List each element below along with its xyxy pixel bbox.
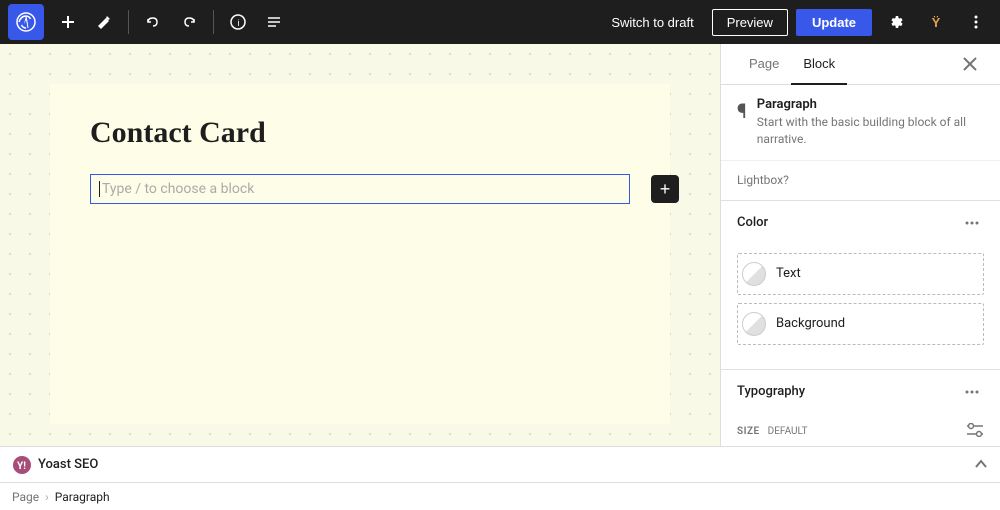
color-bg-label: Background <box>776 316 845 331</box>
editor-canvas[interactable]: Contact Card Type / to choose a block + <box>0 44 720 446</box>
placeholder-text: Type / to choose a block <box>102 181 254 197</box>
typography-panel-content: SIZE DEFAULT S M L XL <box>721 414 1000 446</box>
paragraph-block[interactable]: Type / to choose a block + <box>90 174 630 204</box>
yoast-expand-btn[interactable] <box>974 457 988 473</box>
main-area: Contact Card Type / to choose a block + … <box>0 44 1000 446</box>
color-text-item[interactable]: Text <box>737 253 984 295</box>
tools-btn[interactable] <box>88 6 120 38</box>
bottom-bar: Y! Yoast SEO <box>0 446 1000 482</box>
lightbox-label: Lightbox? <box>737 173 789 187</box>
close-sidebar-btn[interactable] <box>956 50 984 78</box>
toolbar-right: Switch to draft Preview Update Ÿ <box>601 6 992 38</box>
redo-btn[interactable] <box>173 6 205 38</box>
sidebar-tabs: Page Block <box>721 44 1000 85</box>
block-info: ¶ Paragraph Start with the basic buildin… <box>721 85 1000 161</box>
toolbar-divider-2 <box>213 10 214 34</box>
add-block-toolbar-btn[interactable] <box>52 6 84 38</box>
svg-text:Y!: Y! <box>17 461 26 472</box>
more-options-btn[interactable] <box>960 6 992 38</box>
color-bg-circle <box>742 312 766 336</box>
wp-logo-icon[interactable] <box>8 4 44 40</box>
breadcrumb-page[interactable]: Page <box>12 490 39 504</box>
update-btn[interactable]: Update <box>796 9 872 36</box>
page-title: Contact Card <box>90 116 630 150</box>
paragraph-icon: ¶ <box>737 99 747 123</box>
toolbar: i Switch to draft Preview Update Ÿ <box>0 0 1000 44</box>
breadcrumb-bar: Page › Paragraph <box>0 482 1000 510</box>
typography-panel: Typography SIZE DEFAULT S M L XL <box>721 370 1000 446</box>
color-panel: Color Text Background <box>721 201 1000 370</box>
tab-block[interactable]: Block <box>791 44 847 85</box>
color-panel-content: Text Background <box>721 245 1000 369</box>
yoast-seo-icon: Y! <box>12 455 32 475</box>
typography-slider-icon[interactable] <box>966 422 984 441</box>
typography-panel-header[interactable]: Typography <box>721 370 1000 414</box>
color-panel-menu-btn[interactable] <box>960 211 984 235</box>
cursor <box>99 181 100 197</box>
color-text-label: Text <box>776 266 801 281</box>
editor-content: Contact Card Type / to choose a block + <box>50 84 670 424</box>
color-text-circle <box>742 262 766 286</box>
typography-title: Typography <box>737 384 805 399</box>
tab-page[interactable]: Page <box>737 44 791 85</box>
switch-to-draft-btn[interactable]: Switch to draft <box>601 9 703 36</box>
lightbox-section: Lightbox? <box>721 161 1000 201</box>
settings-btn[interactable] <box>880 6 912 38</box>
size-row: SIZE DEFAULT <box>737 422 984 441</box>
preview-btn[interactable]: Preview <box>712 9 788 36</box>
block-info-text: Paragraph Start with the basic building … <box>757 97 984 148</box>
color-panel-title: Color <box>737 215 768 230</box>
breadcrumb-separator: › <box>45 490 49 504</box>
size-label: SIZE <box>737 426 760 437</box>
yoast-btn[interactable]: Ÿ <box>920 6 952 38</box>
info-btn[interactable]: i <box>222 6 254 38</box>
yoast-seo-section: Y! Yoast SEO <box>12 455 98 475</box>
tab-group: Page Block <box>737 44 847 84</box>
size-default: DEFAULT <box>768 426 808 437</box>
color-background-item[interactable]: Background <box>737 303 984 345</box>
list-view-btn[interactable] <box>258 6 290 38</box>
toolbar-left: i <box>8 4 290 40</box>
block-description: Start with the basic building block of a… <box>757 114 984 148</box>
color-panel-header[interactable]: Color <box>721 201 1000 245</box>
svg-text:i: i <box>238 18 240 28</box>
right-sidebar: Page Block ¶ Paragraph Start with the ba… <box>720 44 1000 446</box>
add-block-inline-btn[interactable]: + <box>651 175 679 203</box>
breadcrumb-current: Paragraph <box>55 490 110 504</box>
typography-menu-btn[interactable] <box>960 380 984 404</box>
toolbar-divider <box>128 10 129 34</box>
yoast-seo-label: Yoast SEO <box>38 457 98 472</box>
block-title: Paragraph <box>757 97 984 112</box>
undo-btn[interactable] <box>137 6 169 38</box>
